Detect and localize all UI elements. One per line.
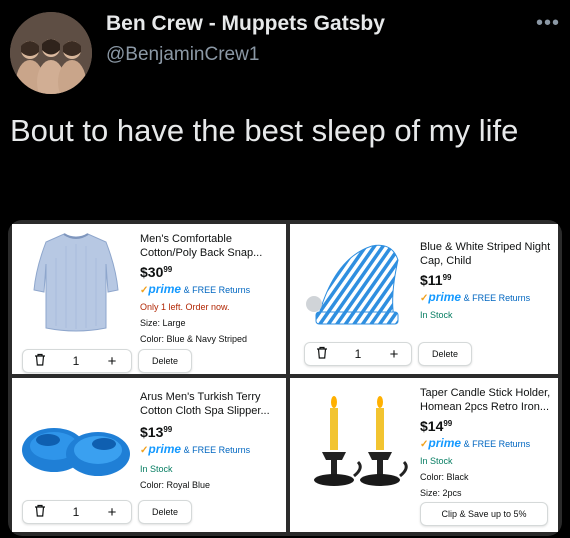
delete-button[interactable]: Delete (138, 500, 192, 524)
author-handle[interactable]: @BenjaminCrew1 (106, 44, 259, 66)
slippers-icon (22, 428, 130, 476)
quantity-stepper[interactable]: 1 + (304, 342, 412, 366)
tweet-text: Bout to have the best sleep of my life (10, 113, 519, 148)
avatar-image (10, 12, 92, 94)
stock-status: Only 1 left. Order now. (140, 302, 230, 312)
stock-status: In Stock (140, 464, 173, 474)
cart-item-gown: Men's Comfortable Cotton/Poly Back Snap.… (12, 224, 286, 374)
cart-item-candle-holder: Taper Candle Stick Holder, Homean 2pcs R… (290, 378, 558, 532)
item-price: $3099 (140, 264, 173, 280)
prime-badge: ✓prime & FREE Returns (140, 282, 251, 296)
item-color: Color: Black (420, 472, 469, 482)
item-title[interactable]: Taper Candle Stick Holder, Homean 2pcs R… (420, 386, 552, 414)
cart-screenshot: Men's Comfortable Cotton/Poly Back Snap.… (8, 220, 562, 536)
delete-button[interactable]: Delete (138, 349, 192, 373)
plus-icon[interactable]: + (95, 353, 129, 370)
item-size: Size: Large (140, 318, 186, 328)
item-color: Color: Blue & Navy Striped (140, 334, 248, 344)
plus-icon[interactable]: + (377, 346, 411, 363)
item-color: Color: Royal Blue (140, 480, 211, 490)
clip-save-button[interactable]: Clip & Save up to 5% (420, 502, 548, 526)
trash-icon[interactable] (305, 346, 339, 362)
item-price: $1399 (140, 424, 173, 440)
night-cap-icon (306, 244, 399, 325)
item-price: $1199 (420, 272, 452, 288)
stock-status: In Stock (420, 456, 453, 466)
tweet-header: Ben Crew - Muppets Gatsby @BenjaminCrew1… (0, 0, 570, 110)
item-title[interactable]: Arus Men's Turkish Terry Cotton Cloth Sp… (140, 390, 280, 418)
item-price: $1499 (420, 418, 453, 434)
quantity-stepper[interactable]: 1 + (22, 349, 132, 373)
cart-item-nightcap: Blue & White Striped Night Cap, Child $1… (290, 224, 558, 374)
quantity-value: 1 (354, 347, 362, 361)
author-name[interactable]: Ben Crew - Muppets Gatsby (106, 12, 385, 36)
trash-icon[interactable] (23, 504, 57, 520)
quantity-stepper[interactable]: 1 + (22, 500, 132, 524)
item-title[interactable]: Blue & White Striped Night Cap, Child (420, 240, 552, 268)
avatar[interactable] (10, 12, 92, 94)
plus-icon[interactable]: + (95, 504, 129, 521)
quantity-value: 1 (72, 505, 80, 519)
prime-badge: ✓prime & FREE Returns (420, 436, 531, 450)
item-title[interactable]: Men's Comfortable Cotton/Poly Back Snap.… (140, 232, 280, 260)
prime-badge: ✓prime & FREE Returns (140, 442, 251, 456)
candle-holder-icon (314, 396, 408, 486)
item-size: Size: 2pcs (420, 488, 462, 498)
hospital-gown-icon (33, 233, 119, 332)
delete-button[interactable]: Delete (418, 342, 472, 366)
cart-item-slippers: Arus Men's Turkish Terry Cotton Cloth Sp… (12, 378, 286, 532)
more-horizontal-icon[interactable]: ••• (536, 13, 560, 33)
prime-badge: ✓prime & FREE Returns (420, 290, 531, 304)
stock-status: In Stock (420, 310, 453, 320)
quantity-value: 1 (72, 354, 80, 368)
trash-icon[interactable] (23, 353, 57, 369)
